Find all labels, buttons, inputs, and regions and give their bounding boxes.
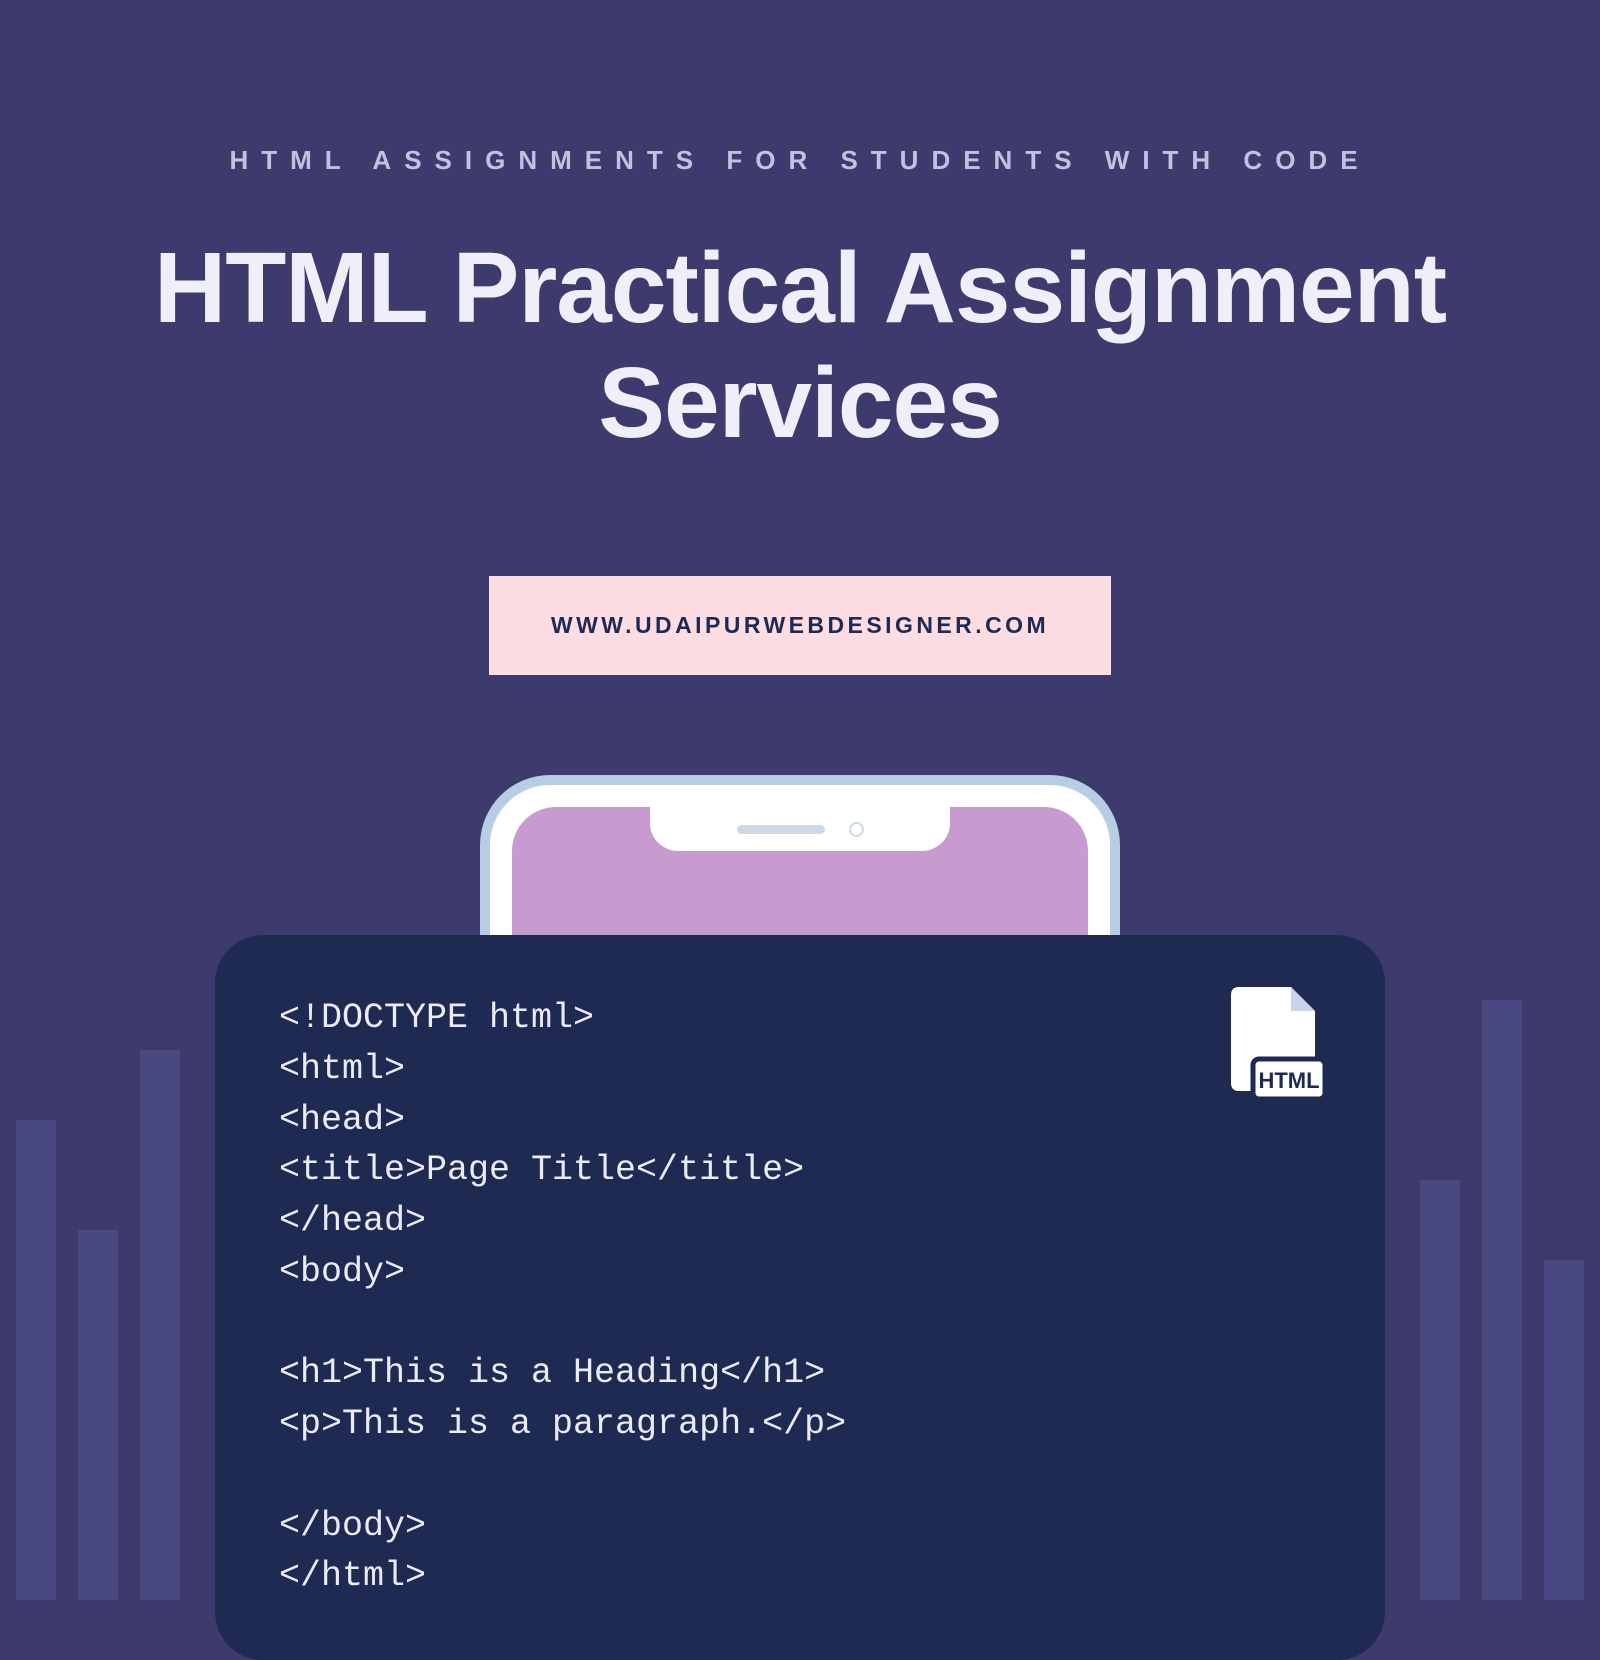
decorative-bar xyxy=(78,1230,118,1600)
speaker-icon xyxy=(737,825,825,834)
url-text: WWW.UDAIPURWEBDESIGNER.COM xyxy=(551,612,1049,639)
camera-icon xyxy=(849,822,864,837)
decorative-bar xyxy=(1544,1260,1584,1600)
decorative-bar xyxy=(1482,1000,1522,1600)
decorative-bar xyxy=(16,1120,56,1600)
phone-notch xyxy=(650,807,950,851)
url-badge: WWW.UDAIPURWEBDESIGNER.COM xyxy=(489,576,1111,675)
decorative-bars-right xyxy=(1420,1000,1584,1600)
decorative-bar xyxy=(140,1050,180,1600)
code-card: HTML <!DOCTYPE html> <html> <head> <titl… xyxy=(215,935,1385,1660)
decorative-bar xyxy=(1420,1180,1460,1600)
phone-illustration-wrap: HTML <!DOCTYPE html> <html> <head> <titl… xyxy=(0,775,1600,1415)
svg-text:HTML: HTML xyxy=(1258,1068,1319,1093)
decorative-bars-left xyxy=(16,1050,180,1600)
promo-card: HTML ASSIGNMENTS FOR STUDENTS WITH CODE … xyxy=(0,0,1600,1600)
eyebrow-text: HTML ASSIGNMENTS FOR STUDENTS WITH CODE xyxy=(229,145,1370,176)
main-title: HTML Practical Assignment Services xyxy=(0,231,1600,461)
html-file-icon: HTML xyxy=(1231,987,1325,1109)
code-snippet: <!DOCTYPE html> <html> <head> <title>Pag… xyxy=(279,993,1321,1602)
